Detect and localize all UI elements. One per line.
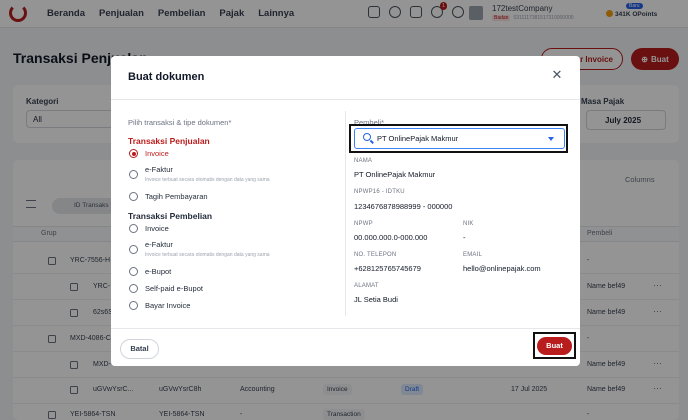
npwp16-label: NPWP16 - IDTKU xyxy=(354,189,405,195)
telepon-label: NO. TELEPON xyxy=(354,252,397,258)
option-pembelian-efaktur[interactable]: e-Faktur xyxy=(145,240,173,249)
nama-label: NAMA xyxy=(354,158,373,164)
alamat-value: JL Setia Budi xyxy=(354,295,398,304)
buat-dokumen-modal: Buat dokumen ✕ Pilih transaksi & tipe do… xyxy=(111,56,580,366)
divider xyxy=(111,99,580,100)
modal-title: Buat dokumen xyxy=(128,71,205,83)
radio-pembelian-efaktur[interactable] xyxy=(129,245,138,254)
npwp16-value: 1234676878988999 - 000000 xyxy=(354,202,453,211)
npwp-value: 00.000.000.0-000.000 xyxy=(354,233,428,242)
nik-value: - xyxy=(463,233,466,242)
radio-bayar-invoice[interactable] xyxy=(129,301,138,310)
alamat-label: ALAMAT xyxy=(354,283,379,289)
telepon-value: +628125765745679 xyxy=(354,264,421,273)
nik-label: NIK xyxy=(463,221,474,227)
column-divider xyxy=(345,111,346,316)
radio-pembelian-invoice[interactable] xyxy=(129,224,138,233)
radio-self-paid-ebupot[interactable] xyxy=(129,284,138,293)
pembeli-select[interactable]: PT OnlinePajak Makmur xyxy=(354,128,565,149)
npwp-label: NPWP xyxy=(354,221,373,227)
submit-button[interactable]: Buat xyxy=(537,337,572,355)
option-bayar-invoice[interactable]: Bayar Invoice xyxy=(145,301,190,310)
chevron-down-icon[interactable] xyxy=(548,137,554,141)
pembeli-select-value: PT OnlinePajak Makmur xyxy=(377,134,459,143)
radio-ebupot[interactable] xyxy=(129,267,138,276)
penjualan-heading: Transaksi Penjualan xyxy=(128,136,210,146)
efaktur-hint: Invoice terbuat secara otomatis dengan d… xyxy=(145,252,270,258)
pembelian-heading: Transaksi Pembelian xyxy=(128,211,213,221)
divider xyxy=(111,328,580,329)
radio-tagih-pembayaran[interactable] xyxy=(129,192,138,201)
option-penjualan-efaktur[interactable]: e-Faktur xyxy=(145,165,173,174)
option-pembelian-invoice[interactable]: Invoice xyxy=(145,224,169,233)
email-label: EMAIL xyxy=(463,252,483,258)
nama-value: PT OnlinePajak Makmur xyxy=(354,170,436,179)
cancel-button[interactable]: Batal xyxy=(120,339,159,359)
option-self-paid-ebupot[interactable]: Self-paid e-Bupot xyxy=(145,284,203,293)
radio-penjualan-invoice[interactable] xyxy=(129,149,138,158)
option-tagih-pembayaran[interactable]: Tagih Pembayaran xyxy=(145,192,208,201)
pilih-label: Pilih transaksi & tipe dokumen* xyxy=(128,118,232,127)
close-icon[interactable]: ✕ xyxy=(550,68,564,82)
email-value: hello@onlinepajak.com xyxy=(463,264,541,273)
option-ebupot[interactable]: e-Bupot xyxy=(145,267,171,276)
search-icon xyxy=(363,133,371,141)
efaktur-hint: Invoice terbuat secara otomatis dengan d… xyxy=(145,177,270,183)
option-penjualan-invoice[interactable]: Invoice xyxy=(145,149,169,158)
radio-penjualan-efaktur[interactable] xyxy=(129,170,138,179)
